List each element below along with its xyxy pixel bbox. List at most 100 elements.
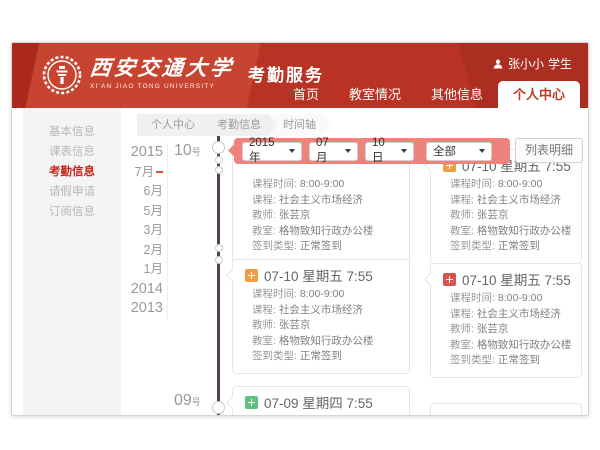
timeline-dot xyxy=(212,401,225,414)
field-label: 签到类型: xyxy=(450,354,495,366)
day-dropdown[interactable]: 10日 xyxy=(365,142,414,161)
field-value: 张芸京 xyxy=(279,209,311,221)
field-value: 8:00-9:00 xyxy=(498,178,542,190)
filter-bar: 2015年 07月 10日 全部 xyxy=(234,138,510,164)
field-value: 正常签到 xyxy=(300,240,342,252)
nav-item-home[interactable]: 首页 xyxy=(278,81,334,108)
attendance-status-icon xyxy=(443,273,456,286)
day-label-09: 09号 xyxy=(174,392,201,410)
user-info[interactable]: 张小小 学生 xyxy=(492,55,572,72)
field-value: 格物致知行政办公楼 xyxy=(477,225,572,237)
field-value: 8:00-9:00 xyxy=(300,178,344,190)
list-detail-button[interactable]: 列表明细 xyxy=(515,138,583,163)
timeline-year-nav: 2015 7月 6月 5月 3月 2月 1月 2014 2013 xyxy=(120,143,168,319)
nav-item-personal-center[interactable]: 个人中心 xyxy=(498,81,580,108)
event-card-title: 07-09 星期四 7:55 xyxy=(264,392,373,412)
month-5[interactable]: 5月 xyxy=(120,202,163,222)
sidebar-item-attendance[interactable]: 考勤信息 xyxy=(23,162,121,182)
field-value: 格物致知行政办公楼 xyxy=(279,335,374,347)
main-nav: 首页 教室情况 其他信息 个人中心 xyxy=(278,81,580,108)
year-dropdown[interactable]: 2015年 xyxy=(242,142,302,161)
month-1[interactable]: 1月 xyxy=(120,260,163,280)
event-card: 07-10 星期五 7:55 课程时间:8:00-9:00 课程:社会主义市场经… xyxy=(232,259,410,374)
month-dropdown[interactable]: 07月 xyxy=(309,142,358,161)
chevron-down-icon xyxy=(479,149,485,153)
breadcrumb-timeline[interactable]: 时间轴 xyxy=(269,114,332,136)
event-card-title: 07-10 星期五 7:55 xyxy=(462,269,571,289)
field-value: 张芸京 xyxy=(279,319,311,331)
timeline-dot xyxy=(215,244,223,252)
field-label: 教室: xyxy=(252,335,276,347)
day-label-10: 10号 xyxy=(174,142,201,160)
breadcrumb: 个人中心 考勤信息 时间轴 xyxy=(137,114,324,136)
year-2015[interactable]: 2015 xyxy=(120,143,163,163)
field-label: 教师: xyxy=(450,323,474,335)
type-dropdown[interactable]: 全部 xyxy=(426,142,492,161)
chevron-down-icon xyxy=(345,149,351,153)
field-value: 社会主义市场经济 xyxy=(279,194,363,206)
month-2[interactable]: 2月 xyxy=(120,241,163,261)
university-logo-icon xyxy=(42,55,82,95)
event-card xyxy=(430,403,582,416)
field-label: 教师: xyxy=(252,319,276,331)
field-value: 社会主义市场经济 xyxy=(279,304,363,316)
timeline-dot xyxy=(215,166,223,174)
field-label: 课程: xyxy=(252,304,276,316)
event-card-title: 07-10 星期五 7:55 xyxy=(264,265,373,285)
attendance-status-icon xyxy=(245,396,258,409)
nav-item-other-info[interactable]: 其他信息 xyxy=(416,81,498,108)
field-label: 教师: xyxy=(252,209,276,221)
sidebar-item-basic-info[interactable]: 基本信息 xyxy=(23,122,121,142)
field-label: 课程时间: xyxy=(450,178,495,190)
field-label: 课程时间: xyxy=(450,292,495,304)
field-label: 签到类型: xyxy=(252,240,297,252)
field-label: 教师: xyxy=(450,209,474,221)
event-card: 07-10 星期五 7:55 课程时间:8:00-9:00 课程:社会主义市场经… xyxy=(430,149,582,264)
university-name-en: XI'AN JIAO TONG UNIVERSITY xyxy=(90,83,234,90)
field-label: 课程时间: xyxy=(252,178,297,190)
field-value: 社会主义市场经济 xyxy=(477,194,561,206)
field-label: 签到类型: xyxy=(450,240,495,252)
timeline-dot xyxy=(212,141,225,154)
event-card: 07-09 星期四 7:55 xyxy=(232,386,410,416)
month-6[interactable]: 6月 xyxy=(120,182,163,202)
timeline-dot xyxy=(215,156,223,164)
attendance-status-icon xyxy=(245,269,258,282)
event-card: 07-10 星期五 7:55 课程时间:8:00-9:00 课程:社会主义市场经… xyxy=(430,263,582,378)
user-role: 学生 xyxy=(548,55,572,72)
current-month-marker xyxy=(156,171,163,173)
field-label: 课程: xyxy=(450,194,474,206)
field-label: 教室: xyxy=(450,339,474,351)
field-value: 正常签到 xyxy=(300,350,342,362)
month-3[interactable]: 3月 xyxy=(120,221,163,241)
sidebar-item-leave-request[interactable]: 请假申请 xyxy=(23,182,121,202)
field-label: 签到类型: xyxy=(252,350,297,362)
year-2013[interactable]: 2013 xyxy=(120,299,163,319)
sidebar: 基本信息 课表信息 考勤信息 请假申请 订阅信息 xyxy=(23,108,121,415)
field-value: 社会主义市场经济 xyxy=(477,308,561,320)
nav-item-classrooms[interactable]: 教室情况 xyxy=(334,81,416,108)
breadcrumb-personal-center[interactable]: 个人中心 xyxy=(137,114,211,136)
user-icon xyxy=(492,58,504,70)
field-value: 格物致知行政办公楼 xyxy=(477,339,572,351)
field-value: 张芸京 xyxy=(477,323,509,335)
field-value: 正常签到 xyxy=(498,240,540,252)
year-2014[interactable]: 2014 xyxy=(120,280,163,300)
user-name: 张小小 xyxy=(508,55,544,72)
field-value: 张芸京 xyxy=(477,209,509,221)
sidebar-item-timetable[interactable]: 课表信息 xyxy=(23,142,121,162)
university-name-cn: 西安交通大学 xyxy=(89,55,236,81)
timeline-dot xyxy=(215,256,223,264)
field-value: 正常签到 xyxy=(498,354,540,366)
chevron-down-icon xyxy=(289,149,295,153)
field-value: 8:00-9:00 xyxy=(498,292,542,304)
university-name: 西安交通大学 XI'AN JIAO TONG UNIVERSITY xyxy=(90,55,234,90)
field-label: 教室: xyxy=(252,225,276,237)
breadcrumb-attendance[interactable]: 考勤信息 xyxy=(203,114,277,136)
field-label: 课程: xyxy=(252,194,276,206)
month-7[interactable]: 7月 xyxy=(120,163,163,183)
chevron-down-icon xyxy=(401,149,407,153)
field-label: 课程时间: xyxy=(252,288,297,300)
sidebar-item-subscription[interactable]: 订阅信息 xyxy=(23,202,121,222)
field-label: 课程: xyxy=(450,308,474,320)
